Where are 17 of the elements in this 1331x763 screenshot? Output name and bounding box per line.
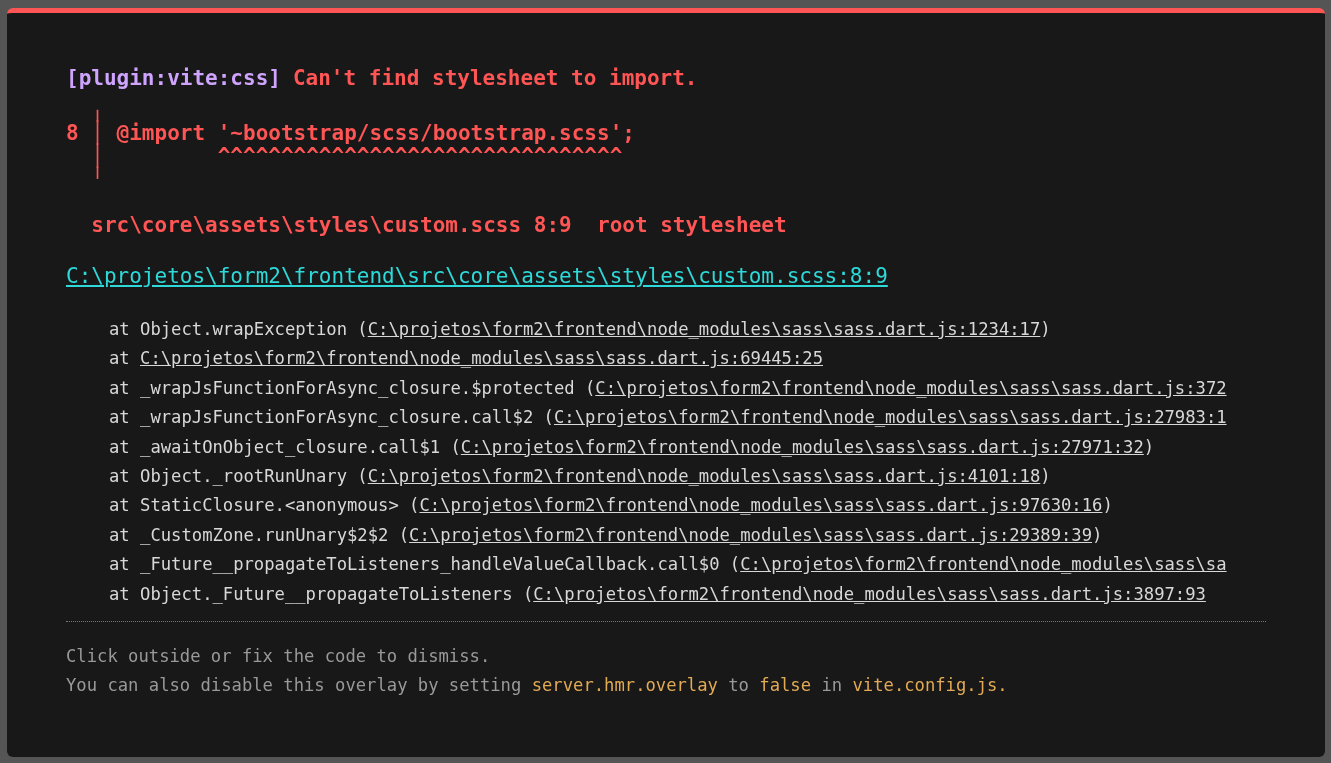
tip-text: Click outside or fix the code to dismiss. bbox=[66, 645, 492, 669]
stack-trace-line: at Object.wrapException (C:\projetos\form2\frontend\node_modules\sass\sass.dart.js:1234:17) bbox=[109, 318, 1052, 341]
error-message: Can't find stylesheet to import. bbox=[292, 66, 698, 90]
stack-trace-line: at _CustomZone.runUnary$2$2 (C:\projetos\form2\frontend\node_modules\sass\sass.dart.js:29389:39) bbox=[109, 523, 1104, 547]
file-link[interactable]: C:\projetos\form2\frontend\src\core\assets\styles\custom.scss:8:9 bbox=[66, 264, 888, 288]
tip-text: You can also disable this overlay by setting server.hmr.overlay to false in vite.config.js. bbox=[66, 674, 1009, 698]
stack-trace-line: at StaticClosure.<anonymous> (C:\projetos\form2\frontend\node_modules\sass\sass.dart.js:97630:16) bbox=[109, 494, 1114, 518]
stack-trace-line: at Object._rootRunUnary (C:\projetos\form2\frontend\node_modules\sass\sass.dart.js:4101:18) bbox=[109, 465, 1052, 489]
stack-trace-line: at C:\projetos\form2\frontend\node_modules\sass\sass.dart.js:69445:25 bbox=[109, 347, 824, 371]
error-location: src\core\assets\styles\custom.scss 8:9 root stylesheet bbox=[90, 214, 788, 237]
stack-trace-line: at _Future__propagateToListeners_handleValueCallback.call$0 (C:\projetos\form2\frontend\node_modules\sass\sa bbox=[109, 553, 1228, 577]
stack-trace-line: at _awaitOnObject_closure.call$1 (C:\projetos\form2\frontend\node_modules\sass\sass.dart.js:27971:32) bbox=[109, 435, 1156, 459]
plugin-label: [plugin:vite:css] bbox=[66, 66, 281, 90]
stack-trace-line: at _wrapJsFunctionForAsync_closure.$protected (C:\projetos\form2\frontend\node_modules\sass\sass.dart.js:372 bbox=[109, 376, 1228, 400]
code-frame: ╷ 8 │ @import '~bootstrap/scss/bootstrap.scss'; │ ^^^^^^^^^^^^^^^^^^^^^^^^^^^^^^^^ ╵ bbox=[66, 99, 1285, 191]
stack-trace-line: at _wrapJsFunctionForAsync_closure.call$2 (C:\projetos\form2\frontend\node_modules\sass\sass.dart.js:27983:1 bbox=[109, 406, 1228, 430]
stack-trace-line: at Object._Future__propagateToListeners (C:\projetos\form2\frontend\node_modules\sass\sass.dart.js:3897:93 bbox=[109, 582, 1207, 606]
